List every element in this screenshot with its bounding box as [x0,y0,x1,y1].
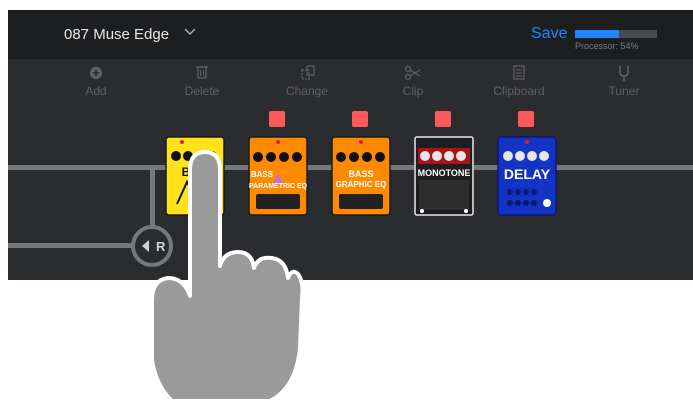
clip-label: Clip [402,84,424,98]
clipboard-icon [513,65,525,80]
processor-meter-fill [575,30,620,38]
save-button[interactable]: Save [531,25,567,43]
pedal-parametric-eq-toggle[interactable] [269,111,285,127]
scissors-icon [404,65,421,81]
chevron-down-icon[interactable] [184,27,196,37]
clipboard-label: Clipboard [493,84,545,98]
pedal-monotone-toggle[interactable] [435,111,451,127]
top-bar: 087 Muse Edge Save Processor: 54% [8,10,693,59]
signal-line-return [8,243,138,248]
pedal-graphic-eq-toggle[interactable] [352,111,368,127]
trash-icon [196,66,208,79]
pedal-delay-label: DELAY [504,166,551,182]
change-icon [301,65,315,80]
change-label: Change [285,84,329,98]
tuner-button[interactable]: Tuner [584,63,664,98]
tap-gesture-hand-icon [150,150,305,401]
add-icon [90,67,102,79]
pedal-bass-graphic-eq-label-1: BASS [348,169,373,179]
delete-label: Delete [184,84,220,98]
patch-name[interactable]: 087 Muse Edge [64,26,169,43]
change-button[interactable]: Change [267,63,347,98]
delete-button[interactable]: Delete [162,63,242,98]
tuner-label: Tuner [608,84,640,98]
pedal-monotone-label: MONOTONE [418,168,471,178]
processor-meter [575,30,657,38]
pedal-delay[interactable]: DELAY [497,136,557,221]
clipboard-button[interactable]: Clipboard [479,63,559,98]
add-label: Add [85,84,107,98]
pedal-bass-graphic-eq[interactable]: BASS GRAPHIC EQ [331,136,391,221]
pedal-bass-graphic-eq-label-2: GRAPHIC EQ [336,180,387,189]
tuner-icon [619,66,629,81]
pedalboard-app: 087 Muse Edge Save Processor: 54% Add De… [8,10,693,280]
add-button[interactable]: Add [56,63,136,98]
pedal-monotone[interactable]: MONOTONE [414,136,474,221]
pedal-delay-toggle[interactable] [518,111,534,127]
clip-button[interactable]: Clip [373,63,453,98]
processor-label: Processor: 54% [575,41,639,51]
